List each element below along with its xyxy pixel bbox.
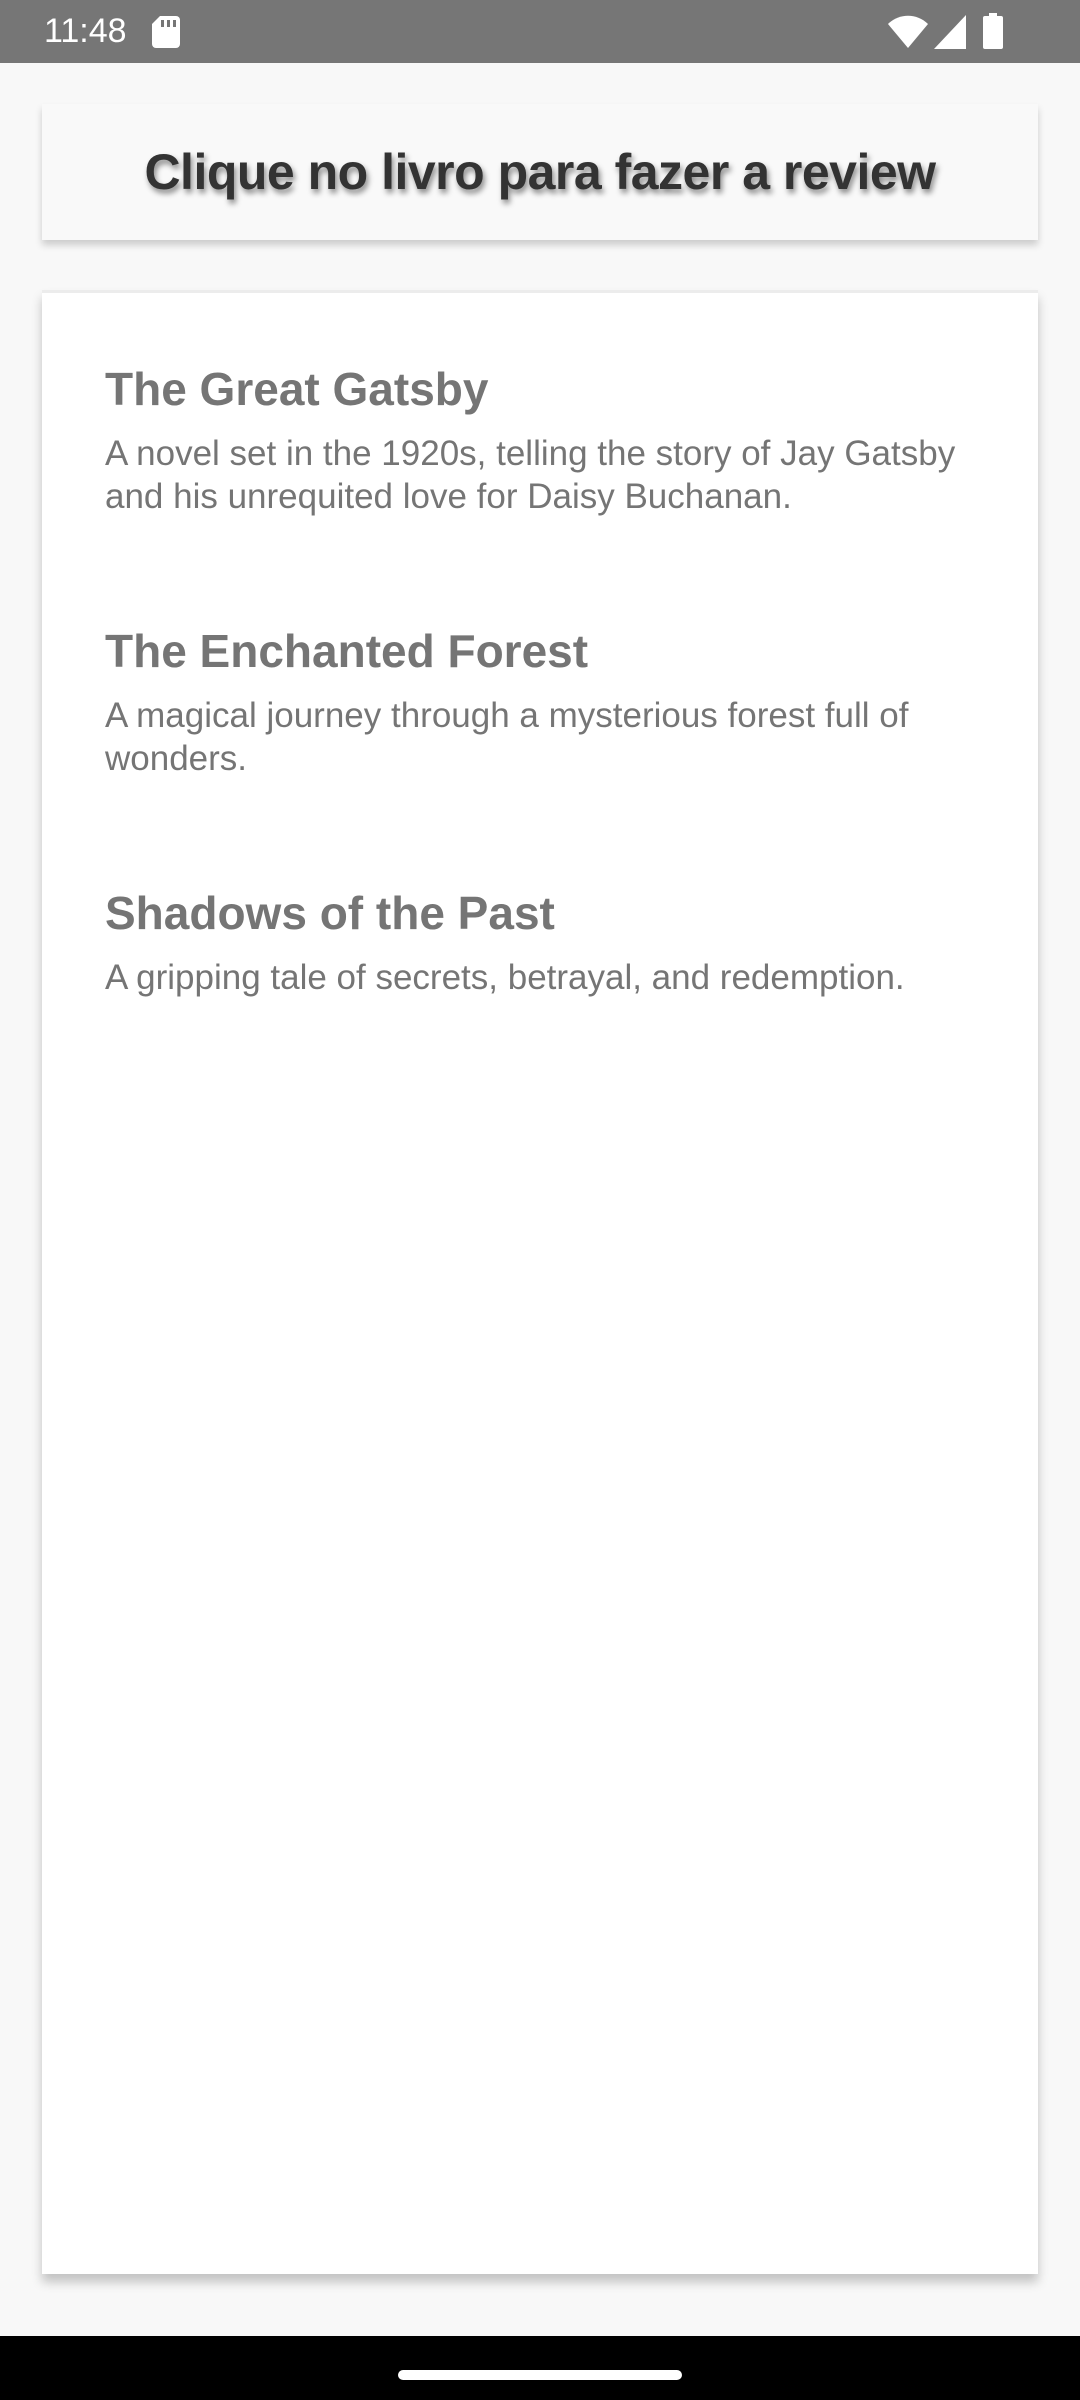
header-card: Clique no livro para fazer a review xyxy=(42,104,1038,240)
book-description: A gripping tale of secrets, betrayal, an… xyxy=(105,958,905,997)
navigation-bar xyxy=(0,2336,1080,2400)
book-description: A magical journey through a mysterious f… xyxy=(105,696,909,778)
status-time: 11:48 xyxy=(44,12,127,50)
book-title: The Enchanted Forest xyxy=(105,625,589,677)
book-item-shadows-of-the-past[interactable]: Shadows of the Past A gripping tale of s… xyxy=(105,886,1005,999)
book-title: Shadows of the Past xyxy=(105,887,555,939)
book-title: The Great Gatsby xyxy=(105,363,489,415)
home-indicator[interactable] xyxy=(398,2370,682,2380)
book-item-great-gatsby[interactable]: The Great Gatsby A novel set in the 1920… xyxy=(105,362,1005,518)
signal-icon xyxy=(934,15,966,49)
book-description: A novel set in the 1920s, telling the st… xyxy=(105,434,956,516)
wifi-icon xyxy=(888,15,928,48)
battery-icon xyxy=(983,13,1003,49)
page-title: Clique no livro para fazer a review xyxy=(144,144,936,200)
book-item-enchanted-forest[interactable]: The Enchanted Forest A magical journey t… xyxy=(105,624,1005,780)
sd-card-icon xyxy=(152,16,180,48)
book-list: The Great Gatsby A novel set in the 1920… xyxy=(42,290,1038,2274)
status-bar: 11:48 xyxy=(0,0,1080,63)
